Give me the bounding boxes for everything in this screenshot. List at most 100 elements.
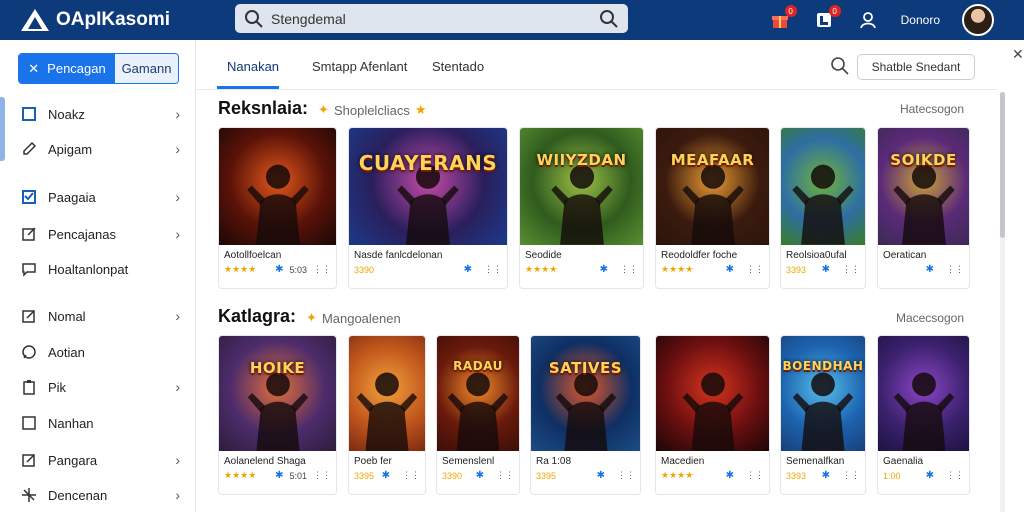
- game-thumbnail[interactable]: CUAYERANS: [349, 128, 507, 245]
- game-thumbnail[interactable]: HOIKE: [219, 336, 336, 451]
- game-card[interactable]: BOENDHAH Semenalfkan 3393 ✱ ⋮⋮: [780, 335, 866, 495]
- more-options-icon[interactable]: ⋮⋮: [617, 470, 635, 481]
- sidebar-item-apigam[interactable]: Apigam ›: [20, 136, 180, 162]
- toggle-secondary-button[interactable]: Gamann: [115, 54, 178, 83]
- game-title-art: CUAYERANS: [358, 151, 498, 176]
- platform-icon: ✱: [821, 470, 830, 481]
- game-card[interactable]: MEAFAAR Reodoldfer foche ★★★★ ✱ ⋮⋮: [655, 127, 770, 289]
- game-card[interactable]: CUAYERANS Nasde fanlcdelonan 3390 ✱ ⋮⋮: [348, 127, 508, 289]
- section-title: Reksnlaia:: [218, 98, 309, 118]
- game-thumbnail[interactable]: BOENDHAH: [781, 336, 865, 451]
- character-art: [247, 372, 308, 451]
- chevron-right-icon: ›: [175, 308, 180, 324]
- more-options-icon[interactable]: ⋮⋮: [313, 470, 331, 481]
- sidebar-item-label: Apigam: [48, 141, 93, 157]
- game-price: 5:01: [289, 470, 307, 481]
- more-options-icon[interactable]: ⋮⋮: [946, 264, 964, 275]
- game-thumbnail[interactable]: WIIYZDAN: [520, 128, 643, 245]
- game-meta: ★★★★ ✱ 5:01 ⋮⋮: [219, 467, 336, 481]
- game-card[interactable]: WIIYZDAN Seodide ★★★★ ✱ ⋮⋮: [519, 127, 644, 289]
- game-meta: ✱ ⋮⋮: [878, 261, 969, 275]
- active-tab-underline: [217, 86, 279, 89]
- top-bar: OApIKasomi 0 0: [0, 0, 1024, 40]
- chevron-right-icon: ›: [175, 106, 180, 122]
- logo-mark-icon: [21, 9, 49, 31]
- game-card[interactable]: HOIKE Aolanelend Shaga ★★★★ ✱ 5:01 ⋮⋮: [218, 335, 337, 495]
- star-icon: [20, 486, 38, 504]
- game-card[interactable]: Poeb fer 3395 ✱ ⋮⋮: [348, 335, 426, 495]
- game-card[interactable]: Macedien ★★★★ ✱ ⋮⋮: [655, 335, 770, 495]
- chat-icon: [20, 260, 38, 278]
- rating-stars: ★★★★: [525, 264, 558, 274]
- gift-button[interactable]: 0: [769, 5, 797, 31]
- tab-stentado[interactable]: Stentado: [432, 59, 484, 74]
- platform-icon: ✱: [925, 470, 934, 481]
- sidebar-item-dencenan[interactable]: Dencenan ›: [20, 482, 180, 508]
- rating-stars: 3390: [354, 264, 375, 275]
- game-thumbnail[interactable]: SATIVES: [531, 336, 640, 451]
- sidebar-item-nanhan[interactable]: Nanhan: [20, 410, 180, 436]
- game-thumbnail[interactable]: [349, 336, 425, 451]
- sidebar-item-pencajanas[interactable]: Pencajanas ›: [20, 221, 180, 247]
- clipboard-icon: [20, 378, 38, 396]
- sidebar-item-aotian[interactable]: Aotian: [20, 339, 180, 365]
- game-meta: ★★★★ ✱ 5:03 ⋮⋮: [219, 261, 336, 275]
- more-options-icon[interactable]: ⋮⋮: [946, 470, 964, 481]
- sidebar-item-nomal[interactable]: Nomal ›: [20, 303, 180, 329]
- sidebar-item-hoaltanlonpat[interactable]: Hoaltanlonpat: [20, 256, 180, 282]
- section-subtitle: ✦ Shoplelcliacs ★: [318, 102, 426, 118]
- search-icon[interactable]: [830, 56, 850, 76]
- tab-smtapp-afenlant[interactable]: Smtapp Afenlant: [312, 59, 407, 74]
- game-thumbnail[interactable]: [219, 128, 336, 245]
- sidebar-item-label: Paagaia: [48, 189, 96, 205]
- game-thumbnail[interactable]: RADAU: [437, 336, 519, 451]
- more-options-icon[interactable]: ⋮⋮: [484, 264, 502, 275]
- avatar[interactable]: [962, 4, 994, 36]
- game-card[interactable]: Gaenalia 1:00 ✱ ⋮⋮: [877, 335, 970, 495]
- more-options-icon[interactable]: ⋮⋮: [746, 470, 764, 481]
- more-options-icon[interactable]: ⋮⋮: [496, 470, 514, 481]
- game-name: Ra 1:08: [536, 456, 572, 467]
- sidebar-item-paagaia[interactable]: Paagaia ›: [20, 184, 180, 210]
- game-card[interactable]: RADAU Semenslenl 3390 ✱ ⋮⋮: [436, 335, 520, 495]
- game-card[interactable]: Reolsioa0ufal 3393 ✱ ⋮⋮: [780, 127, 866, 289]
- sidebar-item-pangara[interactable]: Pangara ›: [20, 447, 180, 473]
- filter-button[interactable]: Shatble Snedant: [857, 54, 975, 80]
- more-options-icon[interactable]: ⋮⋮: [402, 470, 420, 481]
- game-meta: ★★★★ ✱ ⋮⋮: [656, 467, 769, 481]
- more-options-icon[interactable]: ⋮⋮: [842, 264, 860, 275]
- search-bar[interactable]: [235, 4, 628, 33]
- game-thumbnail[interactable]: MEAFAAR: [656, 128, 769, 245]
- character-art: [555, 372, 616, 451]
- more-options-icon[interactable]: ⋮⋮: [842, 470, 860, 481]
- rating-stars: 3393: [786, 470, 807, 481]
- search-submit-icon[interactable]: [598, 8, 620, 30]
- account-button[interactable]: [857, 9, 879, 31]
- brand-logo[interactable]: OApIKasomi: [20, 8, 220, 32]
- tab-nanakan[interactable]: Nanakan: [227, 59, 279, 74]
- game-thumbnail[interactable]: [878, 336, 969, 451]
- more-options-icon[interactable]: ⋮⋮: [620, 264, 638, 275]
- sidebar-item-pik[interactable]: Pik ›: [20, 374, 180, 400]
- game-title-art: SOIKDE: [890, 151, 957, 170]
- game-card[interactable]: SATIVES Ra 1:08 3395 ✱ ⋮⋮: [530, 335, 641, 495]
- more-options-icon[interactable]: ⋮⋮: [313, 264, 331, 275]
- game-title-art: HOIKE: [249, 359, 306, 377]
- sidebar-item-noakz[interactable]: Noakz ›: [20, 101, 180, 127]
- user-label[interactable]: Donoro: [901, 13, 940, 27]
- game-thumbnail[interactable]: SOIKDE: [878, 128, 969, 245]
- toggle-primary-button[interactable]: ✕ Pencagan: [19, 54, 115, 83]
- scrollbar-thumb[interactable]: [1000, 92, 1005, 238]
- more-options-icon[interactable]: ⋮⋮: [746, 264, 764, 275]
- game-thumbnail[interactable]: [656, 336, 769, 451]
- see-all-link[interactable]: Macecsogon: [896, 311, 964, 325]
- close-icon[interactable]: ✕: [1012, 46, 1024, 63]
- platform-icon: ✱: [463, 264, 472, 275]
- library-button[interactable]: 0: [813, 5, 841, 31]
- message-icon: [20, 343, 38, 361]
- search-input[interactable]: [271, 10, 571, 27]
- game-card[interactable]: SOIKDE Oeratican ✱ ⋮⋮: [877, 127, 970, 289]
- game-card[interactable]: Aotollfoelcan ★★★★ ✱ 5:03 ⋮⋮: [218, 127, 337, 289]
- see-all-link[interactable]: Hatecsogon: [900, 102, 964, 116]
- game-thumbnail[interactable]: [781, 128, 865, 245]
